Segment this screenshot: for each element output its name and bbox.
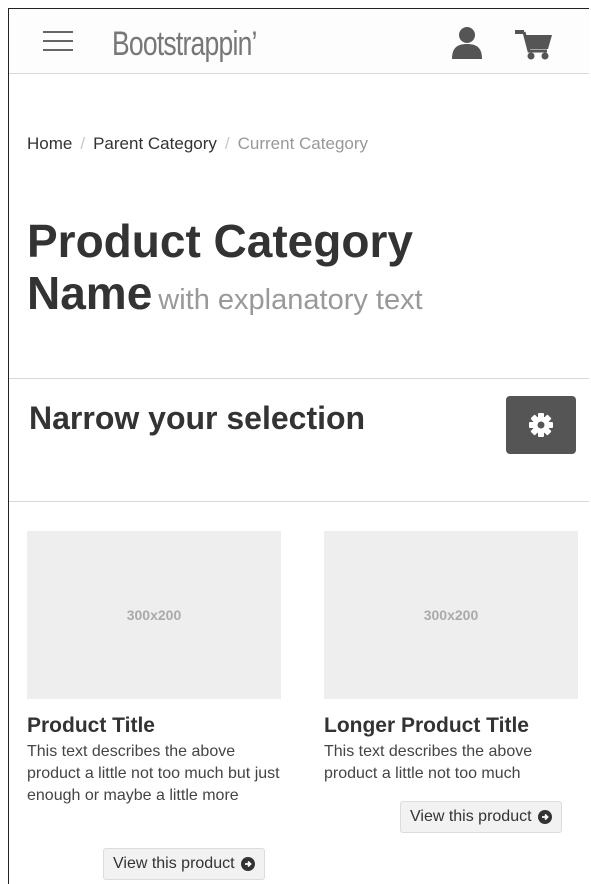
breadcrumb-current-category: Current Category xyxy=(237,134,369,153)
view-product-label: View this product xyxy=(113,855,235,872)
breadcrumb-home[interactable]: Home xyxy=(27,134,72,153)
filter-settings-button[interactable] xyxy=(506,396,576,454)
product-title[interactable]: Product Title xyxy=(27,713,283,739)
product-card: 300x200 Longer Product Title This text d… xyxy=(324,531,580,785)
view-product-label: View this product xyxy=(410,808,532,825)
circle-arrow-right-icon xyxy=(240,857,255,871)
page: Bootstrappin’ Home / Parent Category / Curre… xyxy=(8,8,589,884)
gear-icon xyxy=(529,413,553,437)
filter-heading: Narrow your selection xyxy=(29,400,366,436)
shopping-cart-icon[interactable] xyxy=(514,27,554,61)
divider xyxy=(9,378,589,379)
view-product-button[interactable]: View this product xyxy=(103,848,265,880)
product-card: 300x200 Product Title This text describe… xyxy=(27,531,283,807)
product-description: This text describes the above product a … xyxy=(27,743,280,804)
breadcrumb: Home / Parent Category / Current Category xyxy=(27,133,368,155)
breadcrumb-separator: / xyxy=(224,134,230,153)
divider xyxy=(9,501,589,502)
product-title[interactable]: Longer Product Title xyxy=(324,713,580,739)
product-description: This text describes the above product a … xyxy=(324,743,533,782)
breadcrumb-separator: / xyxy=(80,134,86,153)
product-image-placeholder[interactable]: 300x200 xyxy=(27,531,281,699)
page-subtitle: with explanatory text xyxy=(158,284,423,316)
user-icon[interactable] xyxy=(450,26,484,60)
breadcrumb-parent-category[interactable]: Parent Category xyxy=(93,134,217,153)
view-product-button[interactable]: View this product xyxy=(400,801,562,833)
product-image-placeholder[interactable]: 300x200 xyxy=(324,531,578,699)
navbar: Bootstrappin’ xyxy=(9,9,589,74)
hamburger-menu-icon[interactable] xyxy=(43,31,73,51)
brand-logo[interactable]: Bootstrappin’ xyxy=(112,24,257,64)
page-title: Product Category Name with explanatory te… xyxy=(27,215,567,326)
circle-arrow-right-icon xyxy=(537,810,552,824)
